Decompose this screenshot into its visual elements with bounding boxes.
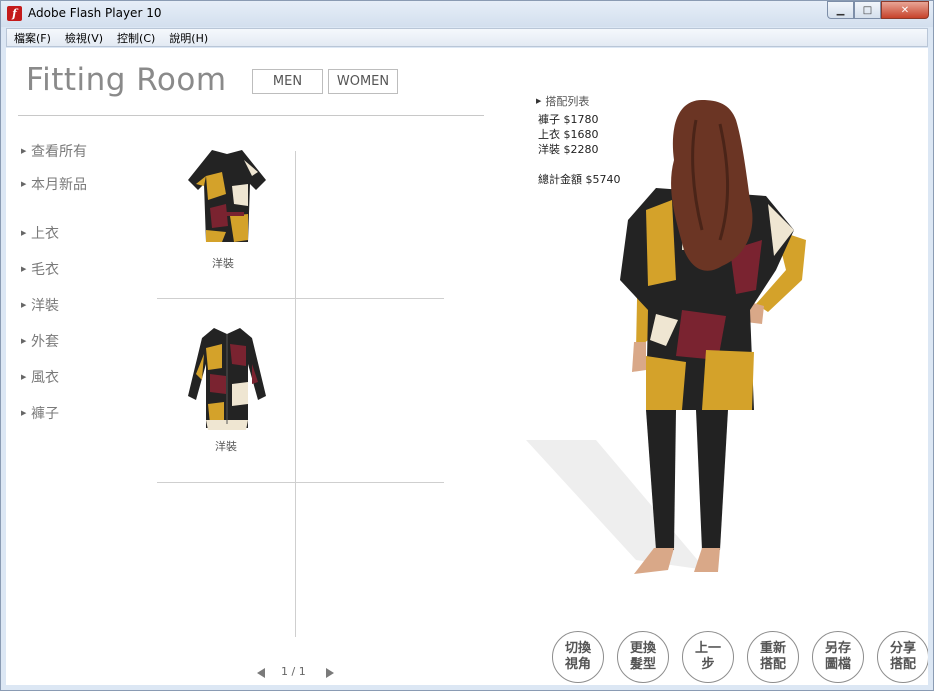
menu-file[interactable]: 檔案(F) (7, 30, 58, 46)
product-card[interactable] (182, 324, 272, 434)
chevron-right-icon: ▶ (21, 265, 27, 273)
dress-short-sleeve-icon (188, 150, 266, 242)
next-page-button[interactable] (326, 668, 334, 678)
title-bar: f Adobe Flash Player 10 ▁ □ ✕ (1, 1, 933, 27)
minimize-button[interactable]: ▁ (827, 1, 854, 19)
page-indicator: 1 / 1 (281, 665, 306, 678)
header-divider (18, 115, 484, 116)
category-new-this-month[interactable]: ▶ 本月新品 (21, 174, 87, 194)
category-pants[interactable]: ▶ 褲子 (21, 403, 59, 423)
chevron-right-icon: ▶ (21, 180, 27, 188)
chevron-right-icon: ▶ (21, 301, 27, 309)
switch-view-button[interactable]: 切換 視角 (552, 631, 604, 683)
chevron-right-icon: ▶ (21, 373, 27, 381)
window-title: Adobe Flash Player 10 (28, 6, 162, 20)
dress-shirt-long-sleeve-icon (188, 328, 266, 430)
category-view-all[interactable]: ▶ 查看所有 (21, 141, 87, 161)
women-button[interactable]: WOMEN (328, 69, 398, 94)
maximize-button[interactable]: □ (854, 1, 881, 19)
product-caption: 洋裝 (215, 440, 237, 453)
share-outfit-button[interactable]: 分享 搭配 (877, 631, 928, 683)
chevron-right-icon: ▶ (21, 229, 27, 237)
flash-player-window: f Adobe Flash Player 10 ▁ □ ✕ 檔案(F) 檢視(V… (0, 0, 934, 691)
page-title: Fitting Room (26, 62, 227, 98)
undo-button[interactable]: 上一步 (682, 631, 734, 683)
close-button[interactable]: ✕ (881, 1, 929, 19)
model-figure (526, 100, 806, 574)
chevron-right-icon: ▶ (21, 147, 27, 155)
save-image-button[interactable]: 另存 圖檔 (812, 631, 864, 683)
category-trench-coats[interactable]: ▶ 風衣 (21, 367, 59, 387)
men-button[interactable]: MEN (252, 69, 323, 94)
chevron-right-icon: ▶ (21, 409, 27, 417)
chevron-right-icon: ▶ (21, 337, 27, 345)
previous-page-button[interactable] (257, 668, 265, 678)
grid-divider-horizontal (157, 298, 444, 299)
category-tops[interactable]: ▶ 上衣 (21, 223, 59, 243)
grid-divider-vertical (295, 151, 296, 637)
category-coats[interactable]: ▶ 外套 (21, 331, 59, 351)
category-dresses[interactable]: ▶ 洋裝 (21, 295, 59, 315)
product-caption: 洋裝 (212, 257, 234, 270)
grid-divider-horizontal (157, 482, 444, 483)
change-hairstyle-button[interactable]: 更換 髮型 (617, 631, 669, 683)
menu-bar: 檔案(F) 檢視(V) 控制(C) 說明(H) (6, 28, 928, 47)
category-sweaters[interactable]: ▶ 毛衣 (21, 259, 59, 279)
product-card[interactable] (182, 146, 272, 248)
menu-control[interactable]: 控制(C) (110, 30, 162, 46)
flash-content: Fitting Room MEN WOMEN ▶ 查看所有 ▶ 本月新品 ▶ 上衣 ▶… (6, 48, 928, 685)
window-controls: ▁ □ ✕ (827, 1, 929, 19)
menu-view[interactable]: 檢視(V) (58, 30, 110, 46)
menu-help[interactable]: 說明(H) (162, 30, 215, 46)
flash-player-icon: f (7, 6, 22, 21)
reset-outfit-button[interactable]: 重新 搭配 (747, 631, 799, 683)
